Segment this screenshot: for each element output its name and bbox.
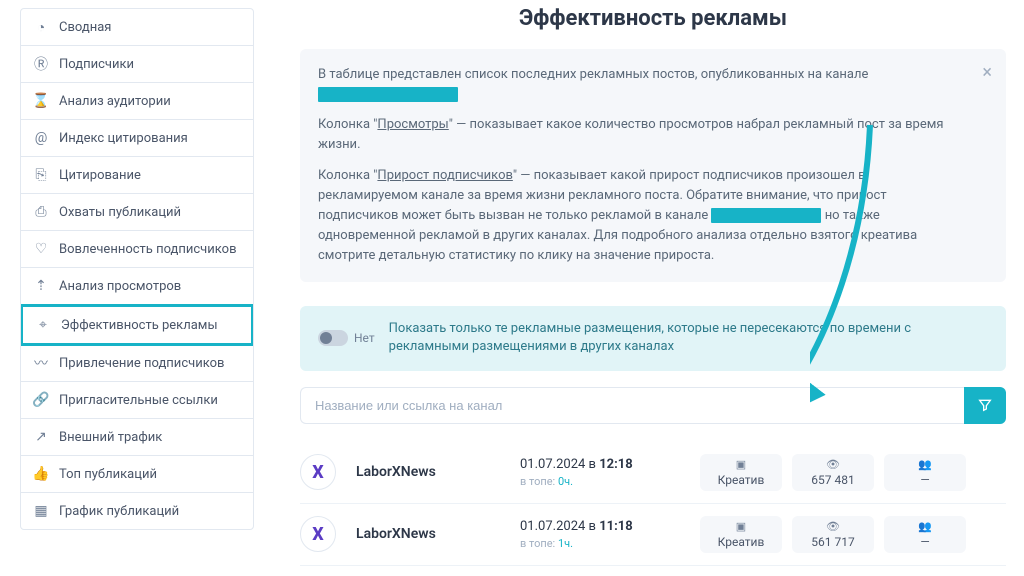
- growth-value: —: [888, 535, 962, 549]
- close-icon[interactable]: ×: [982, 59, 992, 87]
- toggle-overlap[interactable]: Нет: [318, 330, 375, 347]
- views-value: 657 481: [796, 473, 870, 487]
- channel-name-col: LaborXNews: [356, 464, 516, 480]
- sidebar-item-label: Вовлеченность подписчиков: [59, 242, 237, 257]
- table-row[interactable]: X LaborXNews 01.07.2024 в 11:18 в топе: …: [300, 504, 1006, 566]
- sidebar-item-1[interactable]: Ⓡ Подписчики: [21, 46, 253, 83]
- top-duration: в топе: 0ч.: [520, 475, 690, 488]
- post-datetime: 01.07.2024 в 11:18: [520, 519, 690, 534]
- sidebar-icon: ⌛: [33, 93, 49, 109]
- sidebar-item-12[interactable]: 👍 Топ публикаций: [21, 456, 253, 493]
- views-value: 561 717: [796, 535, 870, 549]
- post-datetime: 01.07.2024 в 12:18: [520, 457, 690, 472]
- sidebar-icon: ⎙: [33, 204, 49, 220]
- growth-stat[interactable]: 👥 —: [884, 516, 966, 553]
- sidebar-item-5[interactable]: ⎙ Охваты публикаций: [21, 194, 253, 231]
- channel-name: LaborXNews: [356, 464, 516, 480]
- filter-icon: [977, 397, 993, 413]
- sidebar-icon: 🔗: [33, 392, 49, 408]
- sidebar-item-10[interactable]: 🔗 Пригласительные ссылки: [21, 382, 253, 419]
- table: X LaborXNews 01.07.2024 в 12:18 в топе: …: [300, 442, 1006, 576]
- image-icon: ▣: [704, 520, 778, 534]
- sidebar-item-6[interactable]: ♡ Вовлеченность подписчиков: [21, 231, 253, 268]
- sidebar-item-label: Анализ просмотров: [59, 279, 181, 294]
- filter-note-text: Показать только те рекламные размещения,…: [389, 320, 988, 356]
- creative-label: Креатив: [704, 535, 778, 549]
- sidebar-item-label: Сводная: [59, 20, 111, 35]
- redacted-channel-name: [318, 87, 458, 102]
- views-stat[interactable]: 👁 561 717: [792, 516, 874, 553]
- sidebar-item-label: Охваты публикаций: [59, 205, 181, 220]
- sidebar-icon: ♡: [33, 241, 49, 257]
- sidebar-item-label: Пригласительные ссылки: [59, 393, 218, 408]
- sidebar-item-label: Анализ аудитории: [59, 94, 171, 109]
- sidebar-item-0[interactable]: ◔ Сводная: [21, 9, 253, 46]
- sidebar-item-label: Подписчики: [59, 57, 134, 72]
- sidebar: ◔ Сводная Ⓡ Подписчики ⌛ Анализ аудитории @ Инд…: [0, 0, 270, 576]
- redacted-inline: [711, 208, 821, 223]
- sidebar-item-3[interactable]: @ Индекс цитирования: [21, 120, 253, 157]
- sidebar-item-13[interactable]: ▦ График публикаций: [21, 493, 253, 529]
- sidebar-item-4[interactable]: ⎘ Цитирование: [21, 157, 253, 194]
- sidebar-icon: 👍: [33, 466, 49, 482]
- sidebar-item-label: Цитирование: [59, 168, 141, 183]
- sidebar-icon: ⎘: [33, 167, 49, 183]
- eye-icon: 👁: [796, 458, 870, 472]
- info-underline-growth: Прирост подписчиков: [377, 168, 512, 183]
- image-icon: ▣: [704, 458, 778, 472]
- people-icon: 👥: [888, 520, 962, 534]
- creative-label: Креатив: [704, 473, 778, 487]
- toggle-label: Нет: [354, 330, 375, 347]
- info-p1: В таблице представлен список последних р…: [318, 67, 868, 82]
- channel-name-col: LaborXNews: [356, 526, 516, 542]
- sidebar-item-8[interactable]: ⌖ Эффективность рекламы: [20, 304, 254, 346]
- filter-button[interactable]: [964, 387, 1006, 424]
- sidebar-icon: ⇡: [33, 278, 49, 294]
- sidebar-item-label: Внешний трафик: [59, 430, 162, 445]
- sidebar-icon: ◔: [33, 19, 49, 35]
- sidebar-item-label: Топ публикаций: [59, 467, 157, 482]
- sidebar-icon: ▦: [33, 503, 49, 519]
- sidebar-item-9[interactable]: 〰 Привлечение подписчиков: [21, 345, 253, 382]
- sidebar-item-11[interactable]: ↗ Внешний трафик: [21, 419, 253, 456]
- creative-button[interactable]: ▣ Креатив: [700, 454, 782, 491]
- sidebar-item-2[interactable]: ⌛ Анализ аудитории: [21, 83, 253, 120]
- creative-button[interactable]: ▣ Креатив: [700, 516, 782, 553]
- sidebar-icon: 〰: [33, 355, 49, 371]
- info-box: × В таблице представлен список последних…: [300, 49, 1006, 282]
- search-row: [300, 387, 1006, 424]
- table-row[interactable]: $ Time Farm News Криптовалюты 17.06.2024…: [300, 566, 1006, 576]
- sidebar-item-label: Привлечение подписчиков: [59, 356, 224, 371]
- table-row[interactable]: X LaborXNews 01.07.2024 в 12:18 в топе: …: [300, 442, 1006, 504]
- info-p3b: но также одновременной рекламой в других…: [318, 208, 917, 263]
- sidebar-item-label: Индекс цитирования: [59, 131, 188, 146]
- sidebar-item-label: Эффективность рекламы: [61, 318, 218, 333]
- top-duration: в топе: 1ч.: [520, 537, 690, 550]
- channel-avatar: X: [300, 516, 336, 552]
- people-icon: 👥: [888, 458, 962, 472]
- time-col: 01.07.2024 в 11:18 в топе: 1ч.: [520, 519, 690, 550]
- time-col: 01.07.2024 в 12:18 в топе: 0ч.: [520, 457, 690, 488]
- info-underline-views: Просмотры: [377, 117, 448, 132]
- growth-stat[interactable]: 👥 —: [884, 454, 966, 491]
- search-input[interactable]: [300, 387, 964, 424]
- sidebar-list: ◔ Сводная Ⓡ Подписчики ⌛ Анализ аудитории @ Инд…: [20, 8, 254, 530]
- sidebar-icon: ⌖: [35, 317, 51, 333]
- sidebar-icon: @: [33, 130, 49, 146]
- channel-avatar: X: [300, 454, 336, 490]
- sidebar-item-7[interactable]: ⇡ Анализ просмотров: [21, 268, 253, 305]
- filter-note: Нет Показать только те рекламные размеще…: [300, 306, 1006, 370]
- channel-name: LaborXNews: [356, 526, 516, 542]
- sidebar-item-label: График публикаций: [59, 504, 179, 519]
- growth-value: —: [888, 473, 962, 487]
- main-content: Эффективность рекламы × В таблице предст…: [270, 0, 1024, 576]
- toggle-icon: [318, 330, 348, 346]
- page-title: Эффективность рекламы: [300, 6, 1006, 31]
- sidebar-icon: ↗: [33, 429, 49, 445]
- sidebar-icon: Ⓡ: [33, 56, 49, 72]
- eye-icon: 👁: [796, 520, 870, 534]
- views-stat[interactable]: 👁 657 481: [792, 454, 874, 491]
